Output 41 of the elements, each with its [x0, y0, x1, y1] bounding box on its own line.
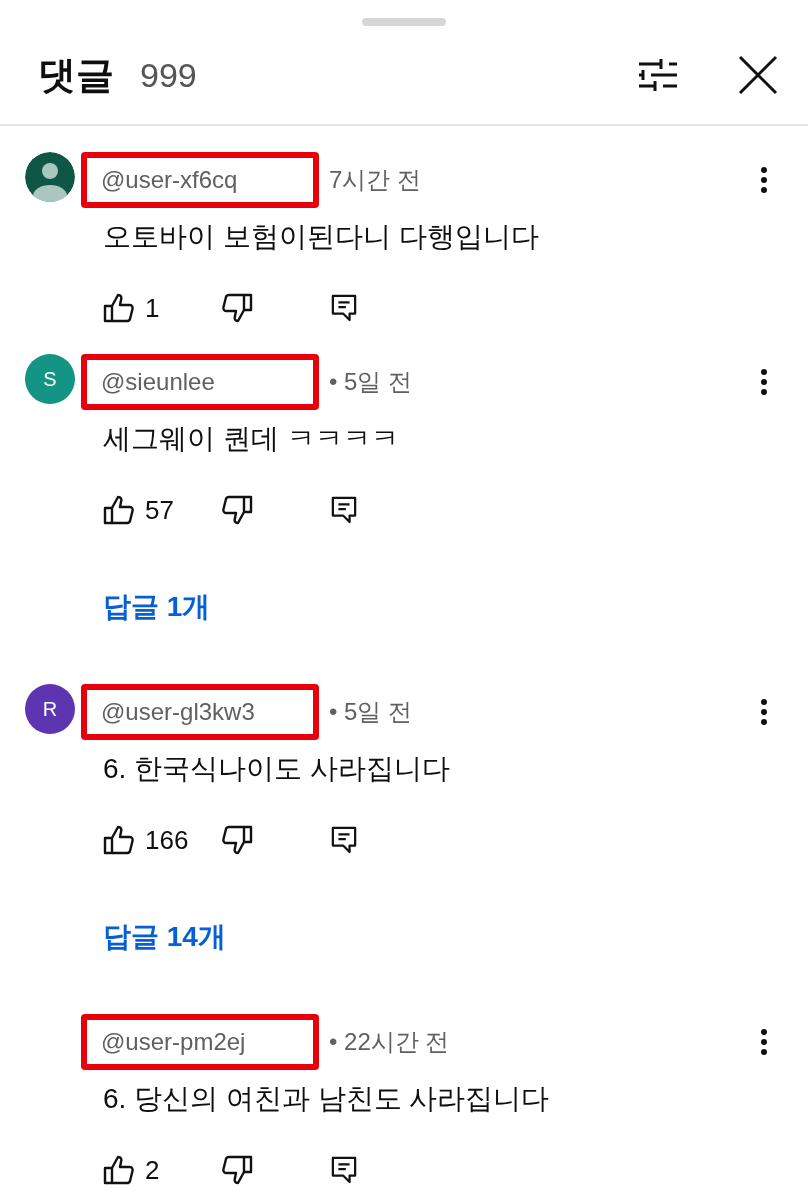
- reply-icon[interactable]: [331, 292, 357, 324]
- author-name[interactable]: @user-gl3kw3: [81, 684, 319, 740]
- avatar-icon[interactable]: [25, 152, 75, 202]
- author-name[interactable]: @user-xf6cq: [81, 152, 319, 208]
- more-icon[interactable]: [760, 698, 768, 726]
- dislike-icon[interactable]: [221, 1154, 253, 1186]
- author-name[interactable]: @sieunlee: [81, 354, 319, 410]
- like-icon[interactable]: [103, 824, 135, 856]
- more-icon[interactable]: [760, 166, 768, 194]
- timestamp: • 22시간 전: [329, 1027, 450, 1057]
- dislike-icon[interactable]: [221, 824, 253, 856]
- timestamp: • 5일 전: [329, 367, 413, 397]
- replies-link[interactable]: 답글 1개: [103, 586, 211, 628]
- reply-icon[interactable]: [331, 494, 357, 526]
- dislike-icon[interactable]: [221, 494, 253, 526]
- like-count: 1: [145, 291, 161, 325]
- dislike-icon[interactable]: [221, 292, 253, 324]
- comment-count: 999: [140, 54, 197, 96]
- more-icon[interactable]: [760, 368, 768, 396]
- like-icon[interactable]: [103, 494, 135, 526]
- like-count: 57: [145, 493, 175, 527]
- like-icon[interactable]: [103, 1154, 135, 1186]
- close-icon[interactable]: [738, 55, 778, 95]
- comment-text: 오토바이 보험이된다니 다행입니다: [103, 220, 540, 254]
- like-icon[interactable]: [103, 292, 135, 324]
- drag-handle[interactable]: [362, 18, 446, 26]
- like-count: 166: [145, 823, 190, 857]
- author-name[interactable]: @user-pm2ej: [81, 1014, 319, 1070]
- replies-link[interactable]: 답글 14개: [103, 916, 226, 958]
- avatar[interactable]: S: [25, 354, 75, 404]
- like-count: 2: [145, 1153, 161, 1187]
- comment-text: 6. 한국식나이도 사라집니다: [103, 752, 451, 786]
- comment-text: 6. 당신의 여친과 남친도 사라집니다: [103, 1082, 551, 1116]
- panel-title: 댓글: [38, 52, 114, 98]
- comment-text: 세그웨이 퀀데 ㅋㅋㅋㅋ: [103, 422, 400, 456]
- avatar[interactable]: R: [25, 684, 75, 734]
- timestamp: • 5일 전: [329, 697, 413, 727]
- more-icon[interactable]: [760, 1028, 768, 1056]
- timestamp: 7시간 전: [329, 165, 421, 195]
- reply-icon[interactable]: [331, 824, 357, 856]
- reply-icon[interactable]: [331, 1154, 357, 1186]
